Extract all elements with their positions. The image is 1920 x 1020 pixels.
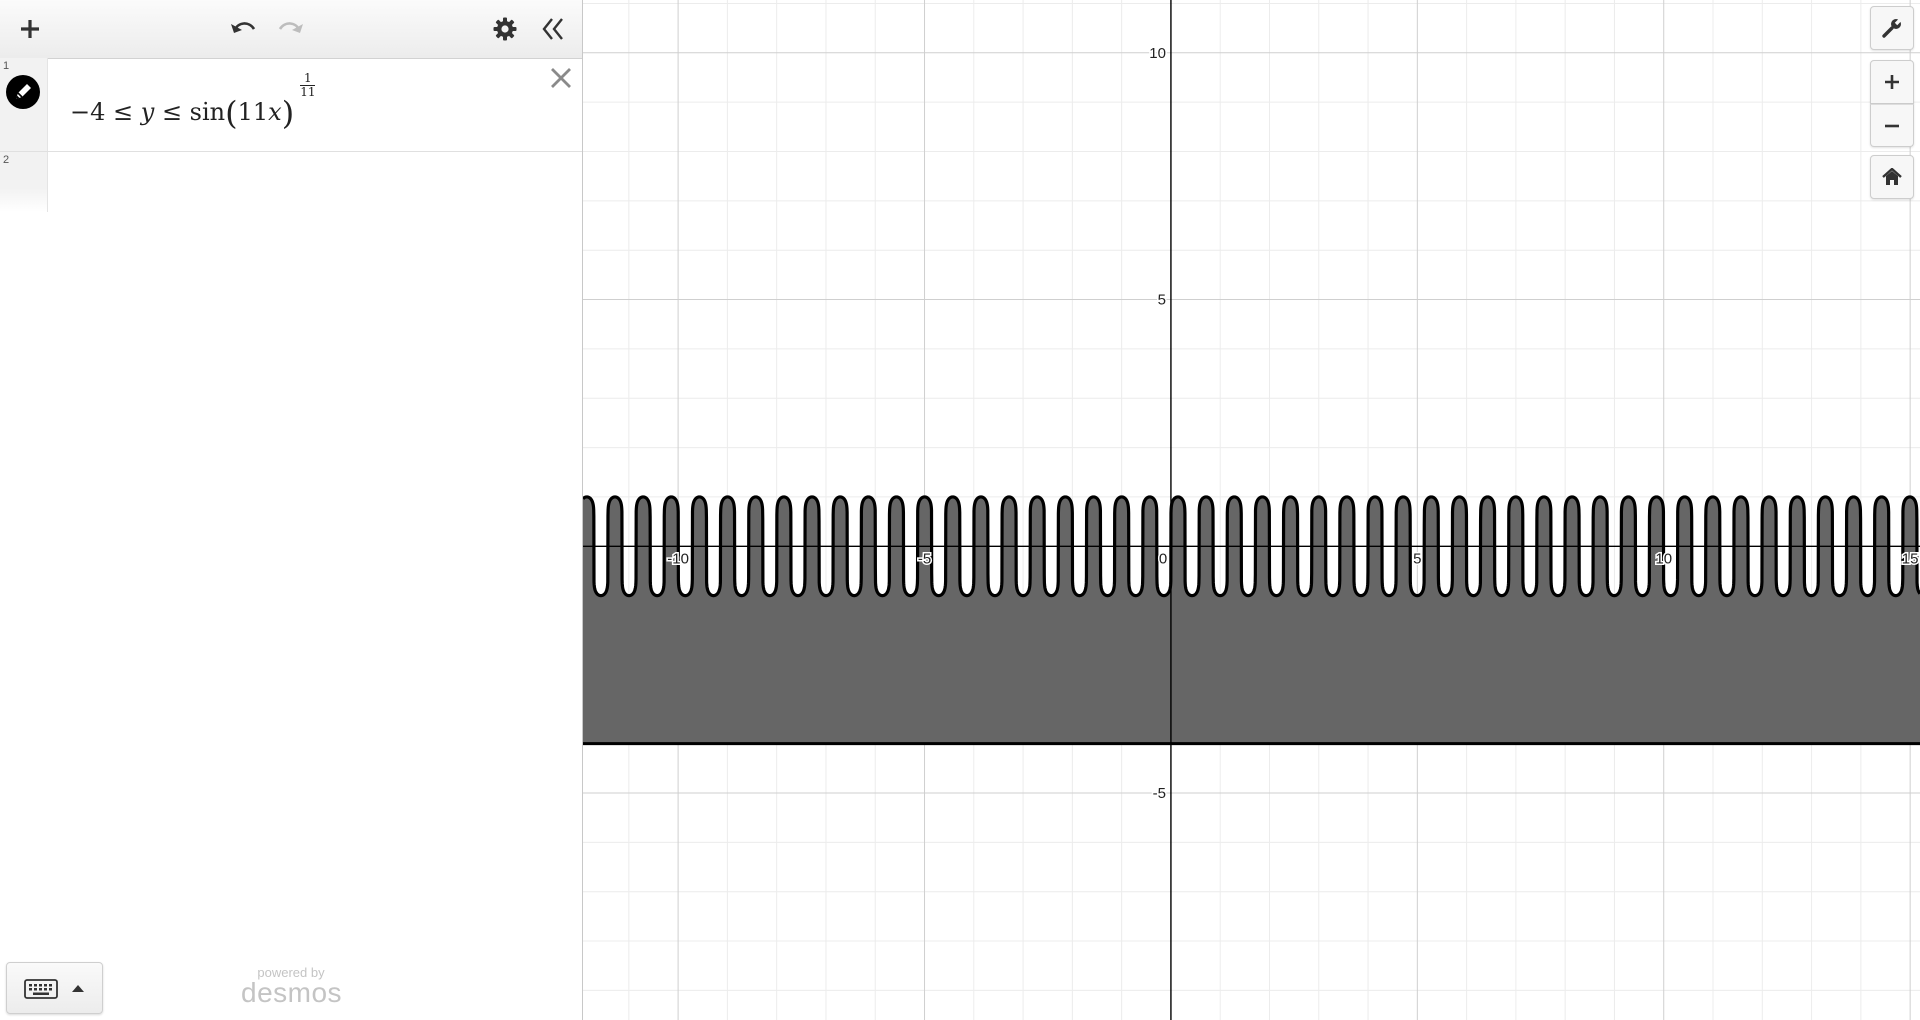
expression-color-toggle[interactable]	[6, 75, 40, 109]
formula-close-paren: )	[281, 94, 295, 132]
delete-expression-button[interactable]	[548, 65, 574, 91]
x-tick-label: 10	[1655, 550, 1672, 567]
y-tick-label: 5	[1158, 292, 1166, 309]
expression-item-empty[interactable]: 2	[0, 152, 582, 212]
plus-icon	[1885, 75, 1899, 89]
undo-icon	[231, 22, 256, 33]
undo-button[interactable]	[225, 11, 261, 47]
graph-settings-button[interactable]	[1870, 6, 1914, 50]
expression-toolbar	[0, 0, 582, 59]
x-tick-label: 5	[1413, 550, 1421, 567]
redo-button[interactable]	[273, 11, 309, 47]
x-tick-label: 15	[1902, 550, 1919, 567]
formula-arg-coefficient: 11	[237, 98, 269, 126]
formula-lower-bound: −4 ≤	[70, 98, 141, 126]
x-tick-label: -5	[918, 550, 931, 567]
expression-formula[interactable]: −4 ≤ y ≤ sin(11x) 1 11	[70, 72, 316, 132]
close-icon	[551, 68, 571, 88]
zoom-out-button[interactable]	[1870, 104, 1914, 147]
keyboard-icon	[24, 979, 58, 999]
formula-open-paren: (	[225, 94, 238, 132]
add-expression-button[interactable]	[12, 11, 48, 47]
expression-gutter: 1	[0, 58, 48, 151]
double-chevron-left-icon	[542, 18, 563, 40]
formula-variable-x: x	[268, 98, 282, 126]
inequality-region	[583, 495, 1920, 746]
exponent-denominator: 11	[300, 85, 316, 99]
collapse-panel-button[interactable]	[535, 11, 571, 47]
wrench-icon	[1882, 17, 1903, 38]
zoom-in-button[interactable]	[1870, 60, 1914, 104]
x-tick-label: 0	[1159, 550, 1167, 567]
expression-gutter: 2	[0, 152, 48, 212]
graph-paper[interactable]: -10 -5 0 5 10 15 10 5 -5	[583, 0, 1920, 1020]
graph-canvas[interactable]: -10 -5 0 5 10 15 10 5 -5	[583, 0, 1920, 1020]
gear-icon	[493, 17, 517, 41]
y-tick-label: 10	[1149, 45, 1166, 62]
desmos-logo: desmos	[241, 977, 343, 1008]
expression-item[interactable]: 1 −4 ≤ y ≤ sin(11x) 1 11	[0, 58, 582, 152]
expression-index: 2	[3, 154, 10, 166]
formula-exponent: 1 11	[300, 72, 316, 99]
default-viewport-button[interactable]	[1870, 155, 1914, 199]
minus-icon	[1885, 124, 1899, 127]
keypad-toggle-button[interactable]	[6, 962, 103, 1014]
expression-panel: 1 −4 ≤ y ≤ sin(11x) 1 11 2 powered by de…	[0, 0, 583, 1020]
y-tick-label: -5	[1153, 785, 1166, 802]
caret-up-icon	[72, 985, 84, 992]
expression-index: 1	[3, 60, 10, 72]
formula-relation: ≤ sin	[154, 98, 226, 126]
settings-button[interactable]	[487, 11, 523, 47]
formula-variable-y: y	[140, 98, 155, 126]
home-icon	[1882, 168, 1902, 185]
exponent-numerator: 1	[300, 72, 316, 86]
redo-icon	[278, 22, 303, 33]
x-tick-label: -10	[667, 550, 689, 567]
desmos-calculator: 1 −4 ≤ y ≤ sin(11x) 1 11 2 powered by de…	[0, 0, 1920, 1020]
pencil-icon	[16, 84, 31, 99]
plus-icon	[21, 20, 39, 38]
powered-by-desmos: powered by desmos	[241, 966, 343, 1008]
